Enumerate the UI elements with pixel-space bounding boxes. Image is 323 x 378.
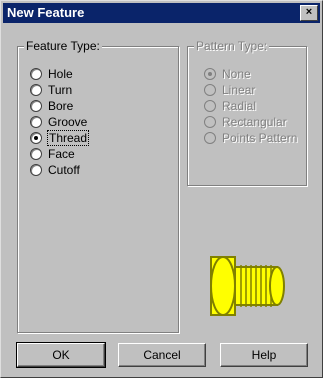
radio-face[interactable]: Face: [30, 147, 75, 161]
ok-button[interactable]: OK: [16, 342, 106, 368]
radio-none: None: [204, 67, 251, 81]
dialog-title: New Feature: [7, 5, 85, 20]
radio-rectangular: Rectangular: [204, 115, 287, 129]
close-button[interactable]: ×: [300, 5, 318, 21]
radio-linear: Linear: [204, 83, 255, 97]
title-bar[interactable]: New Feature ×: [3, 3, 320, 23]
new-feature-dialog: New Feature × Feature Type: Hole Turn Bo…: [0, 0, 323, 378]
feature-type-group: Feature Type: Hole Turn Bore Groove Thre…: [17, 39, 179, 333]
radio-label: Face: [48, 147, 75, 161]
cancel-button[interactable]: Cancel: [118, 343, 206, 367]
radio-label: Groove: [48, 115, 88, 129]
radio-label: Thread: [46, 130, 90, 146]
radio-thread[interactable]: Thread: [30, 130, 90, 146]
radio-button-icon: [204, 100, 216, 112]
radio-button-icon[interactable]: [30, 148, 42, 160]
radio-cutoff[interactable]: Cutoff: [30, 163, 80, 177]
radio-button-icon[interactable]: [30, 100, 42, 112]
radio-hole[interactable]: Hole: [30, 67, 73, 81]
radio-bore[interactable]: Bore: [30, 99, 73, 113]
radio-button-selected-icon[interactable]: [30, 132, 42, 144]
pattern-type-group: Pattern Type: None Linear Radial Rectang…: [187, 39, 307, 186]
radio-label: Radial: [222, 99, 257, 113]
radio-turn[interactable]: Turn: [30, 83, 72, 97]
radio-button-icon: [204, 84, 216, 96]
radio-label: Rectangular: [222, 115, 287, 129]
radio-groove[interactable]: Groove: [30, 115, 87, 129]
radio-button-icon[interactable]: [30, 164, 42, 176]
pattern-type-label: Pattern Type:: [194, 39, 270, 53]
radio-button-icon[interactable]: [30, 116, 42, 128]
radio-label: Points Pattern: [222, 131, 298, 145]
radio-button-icon[interactable]: [30, 84, 42, 96]
radio-label: Turn: [48, 83, 73, 97]
radio-radial: Radial: [204, 99, 256, 113]
radio-points-pattern: Points Pattern: [204, 131, 297, 145]
radio-label: Cutoff: [48, 163, 80, 177]
radio-button-icon[interactable]: [30, 68, 42, 80]
radio-button-selected-icon: [204, 68, 216, 80]
feature-type-label: Feature Type:: [24, 39, 102, 53]
radio-label: None: [222, 67, 251, 81]
radio-button-icon: [204, 116, 216, 128]
radio-label: Linear: [222, 83, 256, 97]
radio-button-icon: [204, 132, 216, 144]
radio-label: Bore: [48, 99, 74, 113]
radio-label: Hole: [48, 67, 73, 81]
threaded-cylinder-icon: [210, 256, 285, 316]
help-button[interactable]: Help: [220, 343, 308, 367]
